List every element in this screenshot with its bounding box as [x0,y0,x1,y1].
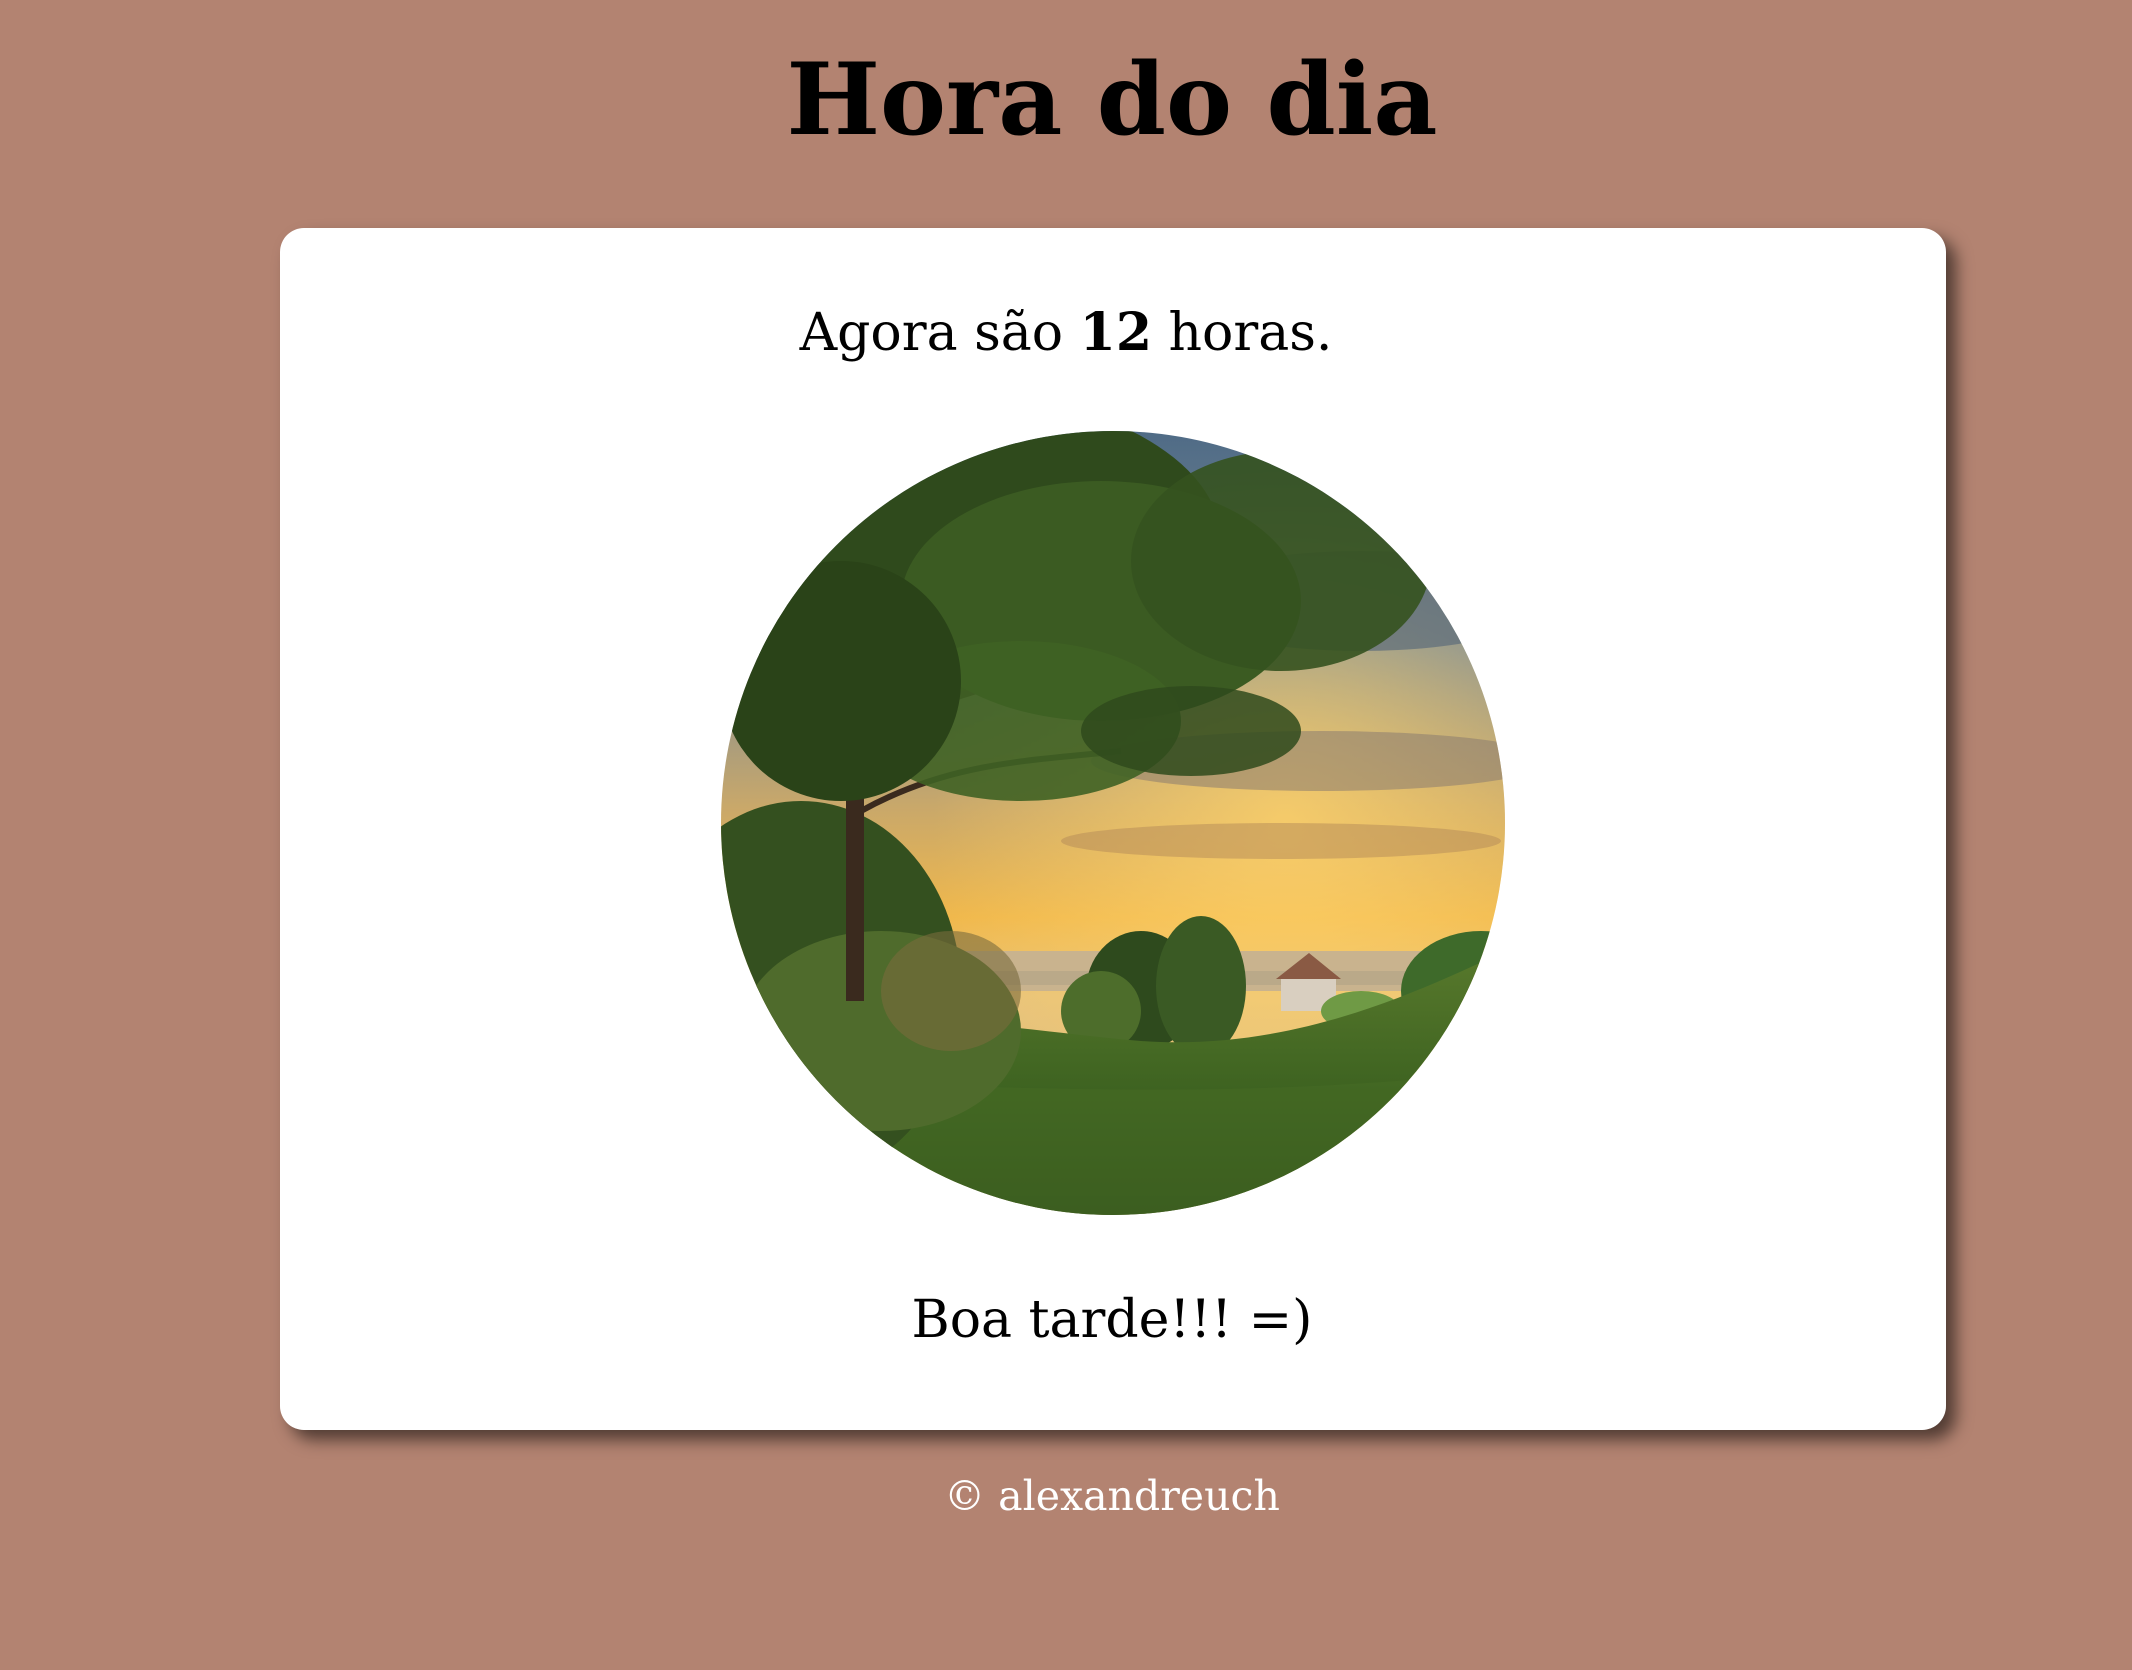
greeting-message: Boa tarde!!! =) [911,1290,1313,1350]
time-of-day-image [721,431,1505,1215]
landscape-photo-icon [721,431,1505,1215]
time-suffix: horas. [1168,303,1333,363]
page-title: Hora do dia [786,42,1438,158]
current-time-text: Agora são 12 horas. [0,298,2132,368]
time-prefix: Agora são [799,303,1064,363]
current-hour: 12 [1079,302,1153,363]
footer-credit: © alexandreuch [944,1472,1280,1520]
